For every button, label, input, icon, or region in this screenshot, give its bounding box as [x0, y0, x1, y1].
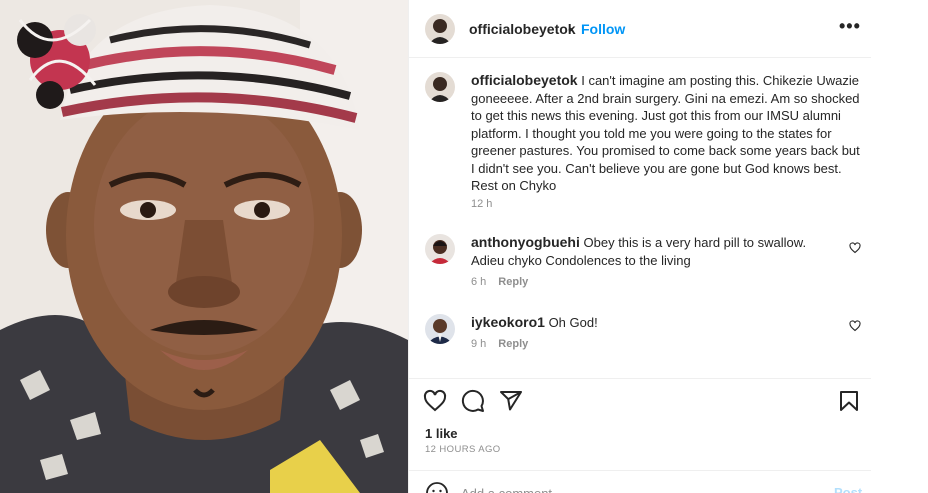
caption-text: officialobeyetok I can't imagine am post…: [471, 72, 861, 195]
comment-username[interactable]: anthonyogbuehi: [471, 234, 580, 250]
like-comment-heart-icon[interactable]: [849, 320, 861, 332]
bookmark-icon[interactable]: [837, 389, 861, 413]
comment-avatar[interactable]: [425, 234, 455, 264]
comment-username[interactable]: iykeokoro1: [471, 314, 545, 330]
caption-avatar[interactable]: [425, 72, 455, 102]
author-username[interactable]: officialobeyetok: [469, 21, 576, 37]
add-comment-bar: Post: [409, 470, 871, 493]
caption-username[interactable]: officialobeyetok: [471, 72, 578, 88]
comment-avatar[interactable]: [425, 314, 455, 344]
post-header: officialobeyetok • Follow •••: [409, 0, 871, 58]
comment-timestamp: 9 h: [471, 338, 487, 350]
caption-body: I can't imagine am posting this. Chikezi…: [471, 73, 860, 193]
comment-text: anthonyogbuehi Obey this is a very hard …: [471, 234, 841, 269]
more-options-icon[interactable]: •••: [839, 16, 861, 37]
reply-button[interactable]: Reply: [498, 338, 528, 350]
caption-timestamp: 12 h: [471, 198, 493, 210]
like-comment-heart-icon[interactable]: [849, 242, 861, 254]
reply-button[interactable]: Reply: [498, 276, 528, 288]
emoji-icon[interactable]: [425, 481, 449, 493]
follow-button[interactable]: Follow: [581, 21, 625, 37]
comment-input[interactable]: [461, 483, 781, 493]
portrait-image: [0, 0, 408, 493]
comment-meta: 6 h Reply: [471, 276, 528, 288]
post-comment-button[interactable]: Post: [834, 485, 862, 493]
comment-timestamp: 6 h: [471, 276, 487, 288]
like-count[interactable]: 1 like: [425, 426, 458, 441]
heart-icon[interactable]: [423, 389, 447, 413]
comment-text: iykeokoro1 Oh God!: [471, 314, 841, 332]
separator-dot: •: [568, 21, 573, 37]
post-date: 12 HOURS AGO: [425, 444, 501, 455]
comment-body: Oh God!: [548, 315, 598, 330]
comment-meta: 9 h Reply: [471, 338, 528, 350]
post-actions: [409, 378, 871, 420]
post-photo: [0, 0, 408, 493]
comment-icon[interactable]: [461, 389, 485, 413]
share-icon[interactable]: [499, 389, 523, 413]
post-detail-panel: officialobeyetok • Follow ••• officialob…: [408, 0, 871, 493]
author-avatar[interactable]: [425, 14, 455, 44]
